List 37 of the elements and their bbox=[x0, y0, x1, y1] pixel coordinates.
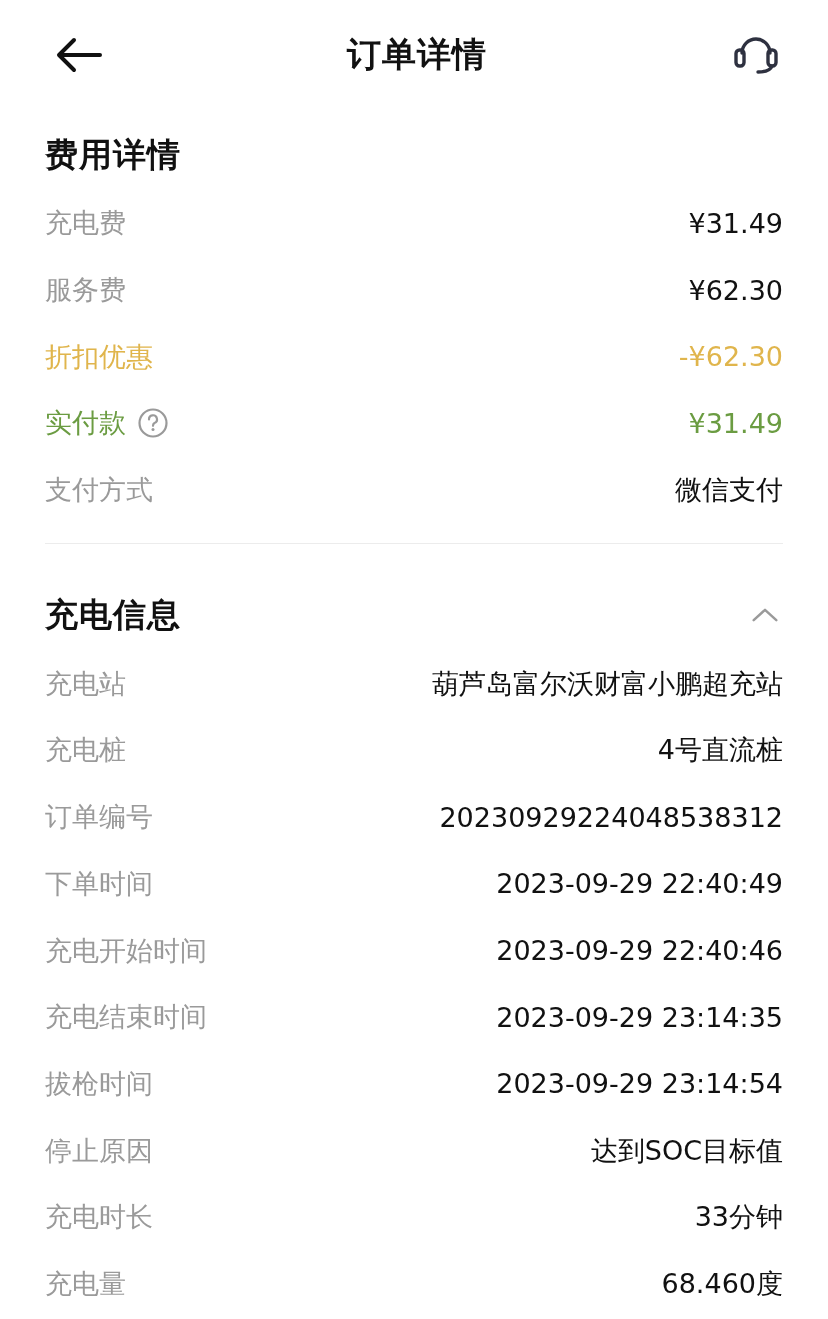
row-value: -¥62.30 bbox=[678, 341, 783, 373]
row-label: 折扣优惠 bbox=[45, 339, 153, 374]
row-label: 下单时间 bbox=[45, 866, 153, 901]
row-label: 实付款 bbox=[45, 406, 126, 441]
row-value: 达到SOC目标值 bbox=[590, 1133, 783, 1168]
row-value: 2023-09-29 23:14:35 bbox=[496, 1001, 783, 1033]
row-value: 33分钟 bbox=[694, 1200, 783, 1235]
section-title: 充电信息 bbox=[45, 593, 181, 636]
row-value: ¥31.49 bbox=[688, 207, 783, 239]
row-label: 订单编号 bbox=[45, 800, 153, 835]
page-title: 订单详情 bbox=[347, 33, 487, 76]
headset-icon[interactable] bbox=[734, 36, 778, 74]
row-label: 充电费 bbox=[45, 206, 126, 241]
help-icon[interactable] bbox=[138, 408, 168, 439]
row-label: 充电量 bbox=[45, 1266, 126, 1301]
row-value: 微信支付 bbox=[675, 473, 783, 508]
row-label: 拔枪时间 bbox=[45, 1066, 153, 1101]
row-value: 68.460度 bbox=[661, 1266, 783, 1301]
row-value: 葫芦岛富尔沃财富小鹏超充站 bbox=[432, 666, 783, 701]
row-value: 4号直流桩 bbox=[657, 733, 783, 768]
row-value: 2023-09-29 22:40:49 bbox=[496, 868, 783, 900]
row-label: 停止原因 bbox=[45, 1133, 153, 1168]
row-value: ¥62.30 bbox=[688, 274, 783, 306]
row-value: ¥31.49 bbox=[688, 407, 783, 439]
row-value: 2023-09-29 23:14:54 bbox=[496, 1068, 783, 1100]
section-title: 费用详情 bbox=[45, 133, 181, 176]
back-icon[interactable] bbox=[56, 37, 102, 73]
row-label: 充电时长 bbox=[45, 1200, 153, 1235]
row-label: 支付方式 bbox=[45, 473, 153, 508]
row-label: 充电桩 bbox=[45, 733, 126, 768]
row-label: 服务费 bbox=[45, 273, 126, 308]
row-label: 充电站 bbox=[45, 666, 126, 701]
row-label: 充电结束时间 bbox=[45, 1000, 207, 1035]
row-value: 20230929224048538312 bbox=[439, 801, 783, 833]
row-label: 充电开始时间 bbox=[45, 933, 207, 968]
row-value: 2023-09-29 22:40:46 bbox=[496, 935, 783, 967]
chevron-icon[interactable] bbox=[751, 607, 779, 624]
